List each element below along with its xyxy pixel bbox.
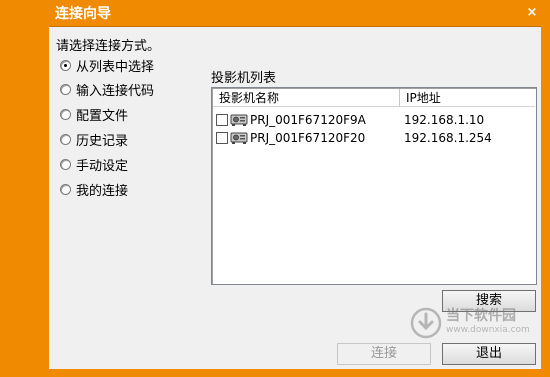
- option-label: 手动设定: [76, 158, 129, 174]
- row-checkbox[interactable]: [216, 114, 228, 126]
- option-connect-code[interactable]: 输入连接代码: [60, 80, 155, 99]
- projector-icon: [230, 132, 248, 144]
- watermark-logo-icon: [410, 307, 442, 339]
- projector-icon: [230, 114, 248, 126]
- prompt-label: 请选择连接方式。: [56, 39, 161, 54]
- window-title: 连接向导: [55, 6, 111, 22]
- frame-left: [0, 26, 49, 377]
- watermark-text: 当下软件园: [446, 308, 516, 324]
- option-label: 历史记录: [76, 133, 129, 149]
- radio-button[interactable]: [60, 108, 71, 120]
- option-label: 从列表中选择: [76, 59, 155, 75]
- option-profile[interactable]: 配置文件: [60, 105, 129, 124]
- watermark: 当下软件园 www.downxia.com: [410, 305, 538, 341]
- row-checkbox[interactable]: [216, 132, 228, 144]
- radio-button[interactable]: [60, 158, 71, 170]
- projector-list-caption: 投影机列表: [211, 71, 277, 86]
- radio-button[interactable]: [60, 83, 71, 95]
- column-header-ip[interactable]: IP地址: [400, 89, 535, 107]
- close-icon[interactable]: ×: [524, 5, 540, 21]
- projector-list[interactable]: 投影机名称 IP地址 PRJ_001F67120F9A 192.168.1.10: [211, 87, 537, 285]
- connect-button[interactable]: 连接: [337, 343, 431, 365]
- exit-button[interactable]: 退出: [442, 343, 536, 365]
- radio-button[interactable]: [60, 59, 71, 71]
- projector-name: PRJ_001F67120F9A: [250, 113, 366, 127]
- radio-button[interactable]: [60, 183, 71, 195]
- option-history[interactable]: 历史记录: [60, 130, 129, 149]
- watermark-url: www.downxia.com: [446, 325, 530, 335]
- list-header: 投影机名称 IP地址: [213, 89, 535, 107]
- frame-right: [541, 26, 550, 377]
- column-header-name[interactable]: 投影机名称: [213, 89, 400, 107]
- option-label: 配置文件: [76, 108, 129, 124]
- table-row[interactable]: PRJ_001F67120F9A 192.168.1.10: [216, 111, 484, 129]
- table-row[interactable]: PRJ_001F67120F20 192.168.1.254: [216, 129, 492, 147]
- projector-name: PRJ_001F67120F20: [250, 131, 366, 145]
- projector-ip: 192.168.1.10: [404, 113, 485, 127]
- option-label: 我的连接: [76, 183, 129, 199]
- radio-button[interactable]: [60, 133, 71, 145]
- option-label: 输入连接代码: [76, 83, 155, 99]
- option-my-connection[interactable]: 我的连接: [60, 180, 129, 199]
- option-list-select[interactable]: 从列表中选择: [60, 56, 155, 75]
- frame-bottom: [49, 369, 550, 377]
- projector-ip: 192.168.1.254: [404, 131, 492, 145]
- title-bar: 连接向导 ×: [0, 0, 550, 26]
- option-manual[interactable]: 手动设定: [60, 155, 129, 174]
